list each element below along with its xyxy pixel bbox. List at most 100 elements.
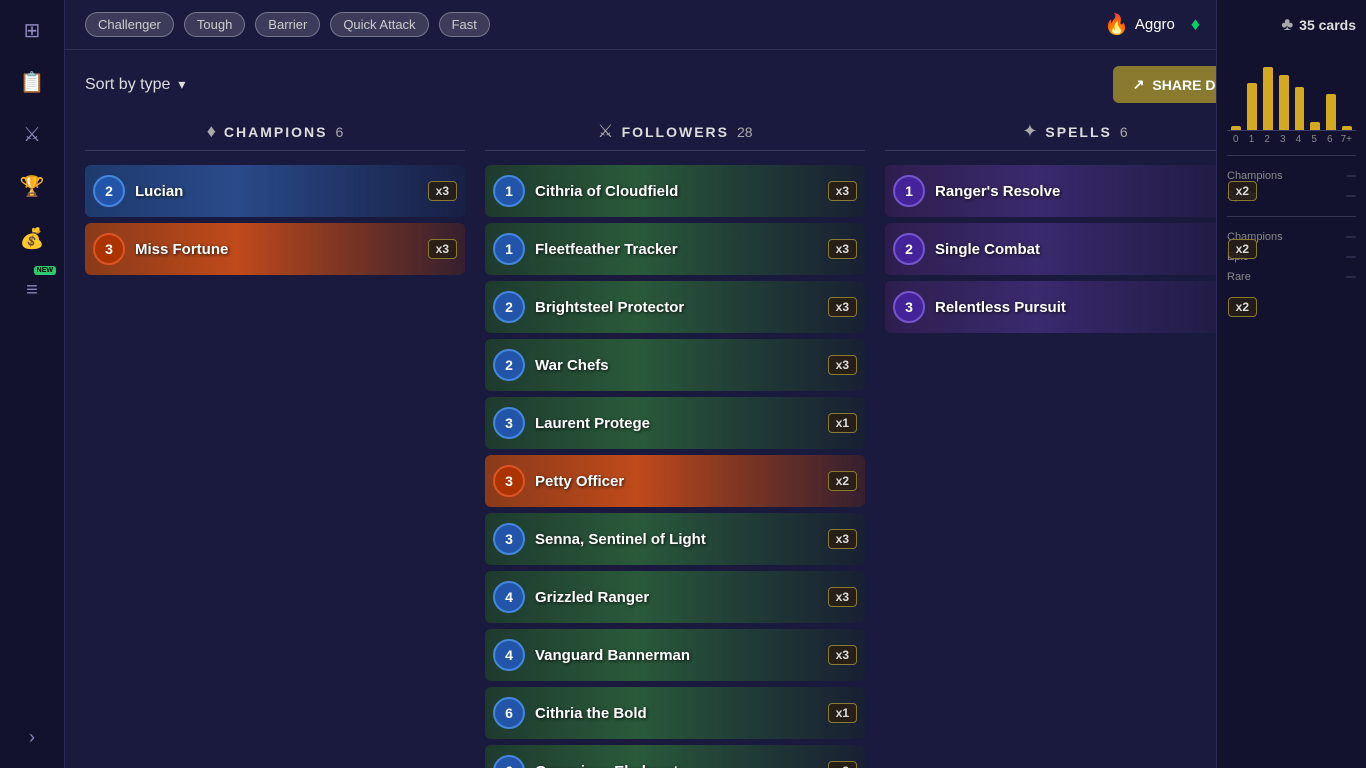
- mana-circle-cithria-bold: 6: [493, 697, 525, 729]
- champions-icon: ♦: [207, 121, 216, 142]
- card-count-cithria-cloudfield: x3: [828, 181, 857, 201]
- stat-badge-epic: [1346, 256, 1356, 258]
- card-row-lucian[interactable]: 2 Lucian x3: [85, 165, 465, 217]
- curve-label-5: 5: [1309, 134, 1319, 145]
- main-content: Challenger Tough Barrier Quick Attack Fa…: [65, 0, 1285, 768]
- tag-tough[interactable]: Tough: [184, 12, 245, 37]
- card-row-genevieve[interactable]: 6 Genevieve Elmheart x3: [485, 745, 865, 768]
- deck-icon: ♣: [1281, 14, 1293, 35]
- card-row-relentless[interactable]: 3 Relentless Pursuit x2: [885, 281, 1265, 333]
- stat-badge-champions2: [1346, 236, 1356, 238]
- sidebar-icon-new[interactable]: ≡ NEW: [12, 270, 52, 310]
- card-row-single-combat[interactable]: 2 Single Combat x2: [885, 223, 1265, 275]
- card-name-miss-fortune: Miss Fortune: [125, 241, 465, 258]
- stat-badge-champions: [1346, 175, 1356, 177]
- curve-label-1: 1: [1247, 134, 1257, 145]
- followers-column: ⚔ FOLLOWERS 28 1 Cithria of Cloudfield x…: [475, 121, 875, 768]
- card-count-laurent: x1: [828, 413, 857, 433]
- curve-bar-0: [1231, 126, 1241, 130]
- spells-count: 6: [1120, 124, 1128, 140]
- mana-curve-chart: 0 1 2 3 4 5 6 7+: [1227, 51, 1356, 145]
- mana-circle-senna: 3: [493, 523, 525, 555]
- sort-bar: Sort by type ▾ ↗ SHARE DECK: [65, 50, 1285, 111]
- tag-quick-attack[interactable]: Quick Attack: [330, 12, 428, 37]
- stat-label-rare: Rare: [1227, 271, 1251, 283]
- champions-title: CHAMPIONS: [224, 124, 328, 140]
- curve-bar-3: [1279, 75, 1289, 130]
- card-row-vanguard[interactable]: 4 Vanguard Bannerman x3: [485, 629, 865, 681]
- card-row-brightsteel[interactable]: 2 Brightsteel Protector x3: [485, 281, 865, 333]
- card-count-rangers-resolve: x2: [1228, 181, 1257, 201]
- card-name-laurent: Laurent Protege: [525, 415, 865, 432]
- card-row-miss-fortune[interactable]: 3 Miss Fortune x3: [85, 223, 465, 275]
- new-badge-label: NEW: [34, 266, 56, 275]
- mana-circle-brightsteel: 2: [493, 291, 525, 323]
- card-name-grizzled: Grizzled Ranger: [525, 589, 865, 606]
- curve-bar-2: [1263, 67, 1273, 130]
- sidebar-icon-sword[interactable]: ⚔: [12, 114, 52, 154]
- followers-count: 28: [737, 124, 753, 140]
- card-count-single-combat: x2: [1228, 239, 1257, 259]
- mana-circle-war-chefs: 2: [493, 349, 525, 381]
- card-row-petty-officer[interactable]: 3 Petty Officer x2: [485, 455, 865, 507]
- champions-count: 6: [335, 124, 343, 140]
- mana-circle-vanguard: 4: [493, 639, 525, 671]
- card-count-relentless: x2: [1228, 297, 1257, 317]
- cards-count-label: 35 cards: [1299, 17, 1356, 33]
- card-count-lucian: x3: [428, 181, 457, 201]
- mana-circle-miss-fortune: 3: [93, 233, 125, 265]
- sidebar-collapse-icon[interactable]: ›: [29, 727, 35, 748]
- card-row-cithria-cloudfield[interactable]: 1 Cithria of Cloudfield x3: [485, 165, 865, 217]
- sort-chevron-icon[interactable]: ▾: [178, 76, 185, 93]
- card-row-senna[interactable]: 3 Senna, Sentinel of Light x3: [485, 513, 865, 565]
- gem-icon: ♦: [1191, 14, 1200, 35]
- topbar: Challenger Tough Barrier Quick Attack Fa…: [65, 0, 1285, 50]
- deck-type-label: Aggro: [1135, 16, 1175, 33]
- sidebar-icon-grid[interactable]: ⊞: [12, 10, 52, 50]
- curve-label-4: 4: [1294, 134, 1304, 145]
- curve-label-0: 0: [1231, 134, 1241, 145]
- curve-bar-6: [1326, 94, 1336, 130]
- card-columns: ♦ CHAMPIONS 6 2 Lucian x3 3 Miss Fortune…: [65, 111, 1285, 768]
- card-name-cithria-bold: Cithria the Bold: [525, 705, 865, 722]
- curve-label-2: 2: [1262, 134, 1272, 145]
- mana-circle-genevieve: 6: [493, 755, 525, 768]
- card-row-grizzled[interactable]: 4 Grizzled Ranger x3: [485, 571, 865, 623]
- share-icon: ↗: [1133, 76, 1145, 93]
- tag-challenger[interactable]: Challenger: [85, 12, 174, 37]
- curve-label-6: 6: [1325, 134, 1335, 145]
- card-name-relentless: Relentless Pursuit: [925, 299, 1265, 316]
- card-row-fleetfeather[interactable]: 1 Fleetfeather Tracker x3: [485, 223, 865, 275]
- tag-barrier[interactable]: Barrier: [255, 12, 320, 37]
- card-name-brightsteel: Brightsteel Protector: [525, 299, 865, 316]
- stat-row-rare: Rare: [1227, 267, 1356, 287]
- spells-column: ✦ SPELLS 6 1 Ranger's Resolve x2 2 Singl…: [875, 121, 1275, 768]
- divider-1: [1227, 155, 1356, 156]
- card-name-petty-officer: Petty Officer: [525, 473, 865, 490]
- followers-header: ⚔ FOLLOWERS 28: [485, 121, 865, 151]
- card-count-vanguard: x3: [828, 645, 857, 665]
- card-name-senna: Senna, Sentinel of Light: [525, 531, 865, 548]
- curve-label-3: 3: [1278, 134, 1288, 145]
- card-name-genevieve: Genevieve Elmheart: [525, 763, 865, 768]
- sidebar-icon-book[interactable]: 📋: [12, 62, 52, 102]
- card-name-rangers-resolve: Ranger's Resolve: [925, 183, 1265, 200]
- mana-circle-fleetfeather: 1: [493, 233, 525, 265]
- curve-bars: [1227, 51, 1356, 131]
- card-count-fleetfeather: x3: [828, 239, 857, 259]
- mana-circle-grizzled: 4: [493, 581, 525, 613]
- champions-header: ♦ CHAMPIONS 6: [85, 121, 465, 151]
- champions-column: ♦ CHAMPIONS 6 2 Lucian x3 3 Miss Fortune…: [75, 121, 475, 768]
- spells-icon: ✦: [1022, 121, 1037, 142]
- card-row-rangers-resolve[interactable]: 1 Ranger's Resolve x2: [885, 165, 1265, 217]
- card-name-war-chefs: War Chefs: [525, 357, 865, 374]
- card-row-laurent[interactable]: 3 Laurent Protege x1: [485, 397, 865, 449]
- sidebar-icon-trophy[interactable]: 🏆: [12, 166, 52, 206]
- sidebar-icon-coin[interactable]: 💰: [12, 218, 52, 258]
- mana-circle-rangers-resolve: 1: [893, 175, 925, 207]
- card-row-cithria-bold[interactable]: 6 Cithria the Bold x1: [485, 687, 865, 739]
- curve-labels: 0 1 2 3 4 5 6 7+: [1227, 131, 1356, 145]
- sidebar: ⊞ 📋 ⚔ 🏆 💰 ≡ NEW ›: [0, 0, 65, 768]
- card-row-war-chefs[interactable]: 2 War Chefs x3: [485, 339, 865, 391]
- tag-fast[interactable]: Fast: [439, 12, 490, 37]
